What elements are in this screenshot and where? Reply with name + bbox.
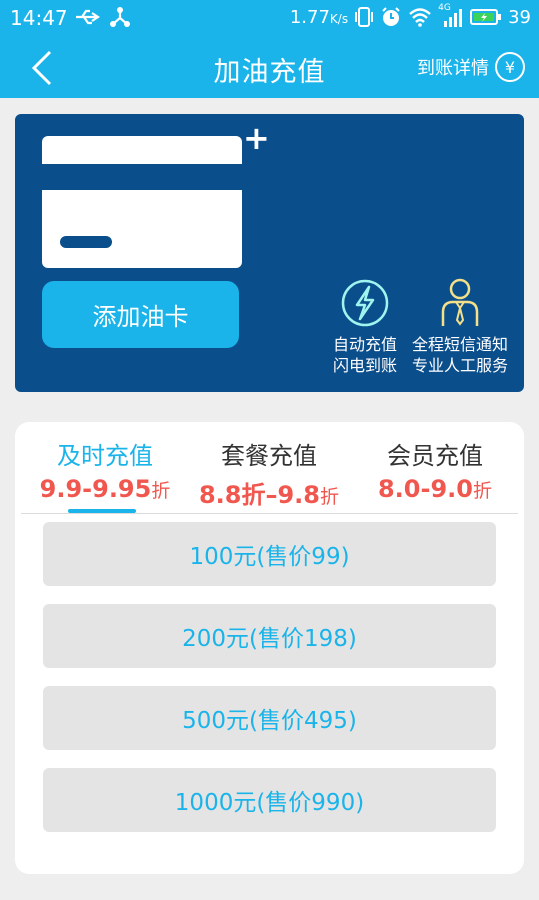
- oil-card-panel: + 添加油卡 自动充值 闪电到账 全程短信通知 专业人工服务: [15, 114, 524, 392]
- battery-icon: [470, 9, 502, 25]
- status-time: 14:47: [10, 6, 68, 30]
- lightning-icon: [341, 279, 389, 327]
- recharge-option-500[interactable]: 500元(售价495): [43, 686, 496, 750]
- card-icon: [42, 136, 242, 268]
- tab-discount: 9.9-9.95折: [39, 475, 171, 503]
- feature-sms-service: 全程短信通知 专业人工服务: [407, 278, 513, 376]
- recharge-option-100[interactable]: 100元(售价99): [43, 522, 496, 586]
- tab-label: 套餐充值: [221, 442, 317, 470]
- tab-discount: 8.8折–9.8折: [198, 481, 340, 509]
- usb-icon: [72, 6, 132, 32]
- recharge-option-200[interactable]: 200元(售价198): [43, 604, 496, 668]
- recharge-panel: 及时充值 9.9-9.95折 套餐充值 8.8折–9.8折 会员充值 8.0-9…: [15, 422, 524, 874]
- yen-icon: ¥: [495, 52, 525, 82]
- service-person-icon: [441, 278, 479, 326]
- tab-instant-recharge[interactable]: 及时充值 9.9-9.95折: [25, 436, 185, 503]
- details-button[interactable]: 到账详情 ¥: [417, 52, 525, 82]
- tab-divider: [21, 513, 518, 514]
- net-speed: 1.77K/s: [289, 6, 349, 28]
- status-bar: 14:47 1.77K/s 4G 39: [0, 0, 539, 36]
- add-card-button[interactable]: 添加油卡: [42, 281, 239, 348]
- recharge-option-1000[interactable]: 1000元(售价990): [43, 768, 496, 832]
- tab-member-recharge[interactable]: 会员充值 8.0-9.0折: [355, 436, 515, 503]
- share-icon: [110, 7, 130, 27]
- alarm-icon: [382, 7, 400, 26]
- tab-label: 及时充值: [57, 442, 153, 470]
- wifi-icon: [409, 8, 431, 27]
- vibrate-icon: [355, 7, 374, 27]
- tab-package-recharge[interactable]: 套餐充值 8.8折–9.8折: [189, 436, 349, 510]
- battery-level: 39: [508, 6, 531, 28]
- app-bar: 加油充值 到账详情 ¥: [0, 36, 539, 98]
- details-label: 到账详情: [417, 58, 489, 79]
- tab-label: 会员充值: [387, 442, 483, 470]
- feature-auto-recharge: 自动充值 闪电到账: [325, 278, 405, 376]
- tab-discount: 8.0-9.0折: [377, 475, 492, 503]
- plus-icon[interactable]: +: [243, 122, 270, 154]
- signal-icon: 4G: [438, 3, 464, 27]
